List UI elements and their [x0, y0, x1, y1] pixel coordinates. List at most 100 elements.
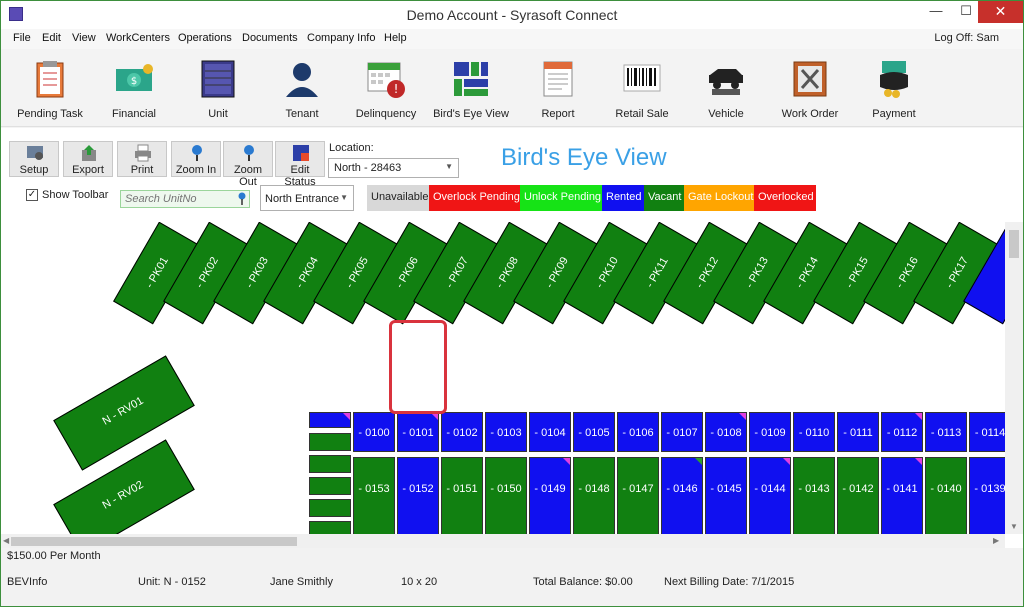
legend-vacant: Vacant: [644, 185, 684, 211]
unit-0101[interactable]: - 0101: [397, 412, 439, 452]
unit-0107[interactable]: - 0107: [661, 412, 703, 452]
unit-0153[interactable]: - 0153: [353, 457, 395, 534]
status-flag-icon: [563, 458, 570, 465]
retail-sale-label: Retail Sale: [615, 108, 669, 120]
menu-company-info[interactable]: Company Info: [307, 32, 375, 44]
menu-workcenters[interactable]: WorkCenters: [106, 32, 170, 44]
unit-side-3[interactable]: [309, 455, 351, 473]
unit-0141[interactable]: - 0141: [881, 457, 923, 534]
maximize-button[interactable]: ☐: [951, 1, 981, 23]
unit-0148[interactable]: - 0148: [573, 457, 615, 534]
unit-0104[interactable]: - 0104: [529, 412, 571, 452]
tools-icon: [793, 61, 827, 97]
unit-0105[interactable]: - 0105: [573, 412, 615, 452]
pending-task-button[interactable]: Pending Task: [8, 53, 92, 123]
vertical-scrollbar[interactable]: ▼: [1005, 222, 1023, 534]
unit-0144[interactable]: - 0144: [749, 457, 791, 534]
zoom-in-button[interactable]: Zoom In: [171, 141, 221, 177]
svg-text:$: $: [131, 76, 137, 87]
unit-0114[interactable]: - 0114: [969, 412, 1005, 452]
scroll-thumb[interactable]: [1009, 230, 1019, 258]
unit-0140[interactable]: - 0140: [925, 457, 967, 534]
unit-0145[interactable]: - 0145: [705, 457, 747, 534]
location-select[interactable]: North - 28463 ▼: [328, 158, 459, 178]
unit-0149[interactable]: - 0149: [529, 457, 571, 534]
status-flag-icon: [915, 458, 922, 465]
unit-0139[interactable]: - 0139: [969, 457, 1005, 534]
unit-label: - 0114: [974, 427, 1005, 439]
grid-map-icon: [454, 62, 488, 96]
unit-0147[interactable]: - 0147: [617, 457, 659, 534]
legend-overlock-pending: Overlock Pending: [429, 185, 520, 211]
report-label: Report: [541, 108, 575, 120]
retail-sale-button[interactable]: Retail Sale: [600, 53, 684, 123]
unit-0152[interactable]: - 0152: [397, 457, 439, 534]
unit-side-4[interactable]: [309, 477, 351, 495]
unit-0151[interactable]: - 0151: [441, 457, 483, 534]
payment-button[interactable]: Payment: [852, 53, 936, 123]
unit-0112[interactable]: - 0112: [881, 412, 923, 452]
show-toolbar-label: Show Toolbar: [42, 189, 109, 201]
scroll-down-icon[interactable]: ▼: [1010, 522, 1018, 531]
report-button[interactable]: Report: [516, 53, 600, 123]
work-order-button[interactable]: Work Order: [768, 53, 852, 123]
export-icon: [82, 145, 96, 161]
entrance-select[interactable]: North Entrance ▼: [260, 185, 354, 211]
export-button[interactable]: Export: [63, 141, 113, 177]
edit-status-button[interactable]: Edit Status: [275, 141, 325, 188]
tenant-button[interactable]: Tenant: [260, 53, 344, 123]
unit-0100[interactable]: - 0100: [353, 412, 395, 452]
logoff-link[interactable]: Log Off: Sam: [934, 32, 999, 44]
menu-edit[interactable]: Edit: [42, 32, 61, 44]
unit-side-1[interactable]: [309, 412, 351, 428]
status-flag-icon: [783, 458, 790, 465]
close-button[interactable]: ✕: [978, 1, 1023, 23]
horizontal-scrollbar[interactable]: ◀ ▶: [1, 534, 1005, 548]
unit-0143[interactable]: - 0143: [793, 457, 835, 534]
unit-side-6[interactable]: [309, 521, 351, 534]
setup-button[interactable]: Setup: [9, 141, 59, 177]
menu-help[interactable]: Help: [384, 32, 407, 44]
unit-0109[interactable]: - 0109: [749, 412, 791, 452]
menu-file[interactable]: File: [13, 32, 31, 44]
vehicle-button[interactable]: Vehicle: [684, 53, 768, 123]
print-button[interactable]: Print: [117, 141, 167, 177]
unit-0108[interactable]: - 0108: [705, 412, 747, 452]
birds-eye-panel: Setup Export Print Zoom In Zoom Out Edit…: [1, 128, 1023, 548]
unit-label: - 0140: [930, 483, 962, 495]
unit-0106[interactable]: - 0106: [617, 412, 659, 452]
payment-label: Payment: [872, 108, 916, 120]
facility-map[interactable]: - PK01 - PK02 - PK03 - PK04 - PK05 - PK0…: [1, 222, 1005, 534]
minimize-button[interactable]: —: [921, 1, 951, 23]
unit-0103[interactable]: - 0103: [485, 412, 527, 452]
scroll-right-icon[interactable]: ▶: [993, 536, 999, 545]
unit-0142[interactable]: - 0142: [837, 457, 879, 534]
unit-0110[interactable]: - 0110: [793, 412, 835, 452]
delinquency-button[interactable]: ! Delinquency: [344, 53, 428, 123]
search-unit-input[interactable]: [120, 190, 250, 208]
unit-side-2[interactable]: [309, 433, 351, 451]
birds-eye-view-button[interactable]: Bird's Eye View: [429, 53, 513, 123]
status-flag-icon: [695, 458, 702, 465]
export-label: Export: [72, 164, 104, 176]
scroll-left-icon[interactable]: ◀: [3, 536, 9, 545]
unit-side-5[interactable]: [309, 499, 351, 517]
person-icon: [286, 63, 318, 97]
menu-view[interactable]: View: [72, 32, 96, 44]
financial-button[interactable]: $ Financial: [92, 53, 176, 123]
unit-0102[interactable]: - 0102: [441, 412, 483, 452]
menu-documents[interactable]: Documents: [242, 32, 298, 44]
unit-button[interactable]: Unit: [176, 53, 260, 123]
unit-label: - 0150: [490, 483, 522, 495]
zoom-out-button[interactable]: Zoom Out: [223, 141, 273, 188]
menu-operations[interactable]: Operations: [178, 32, 232, 44]
scroll-thumb[interactable]: [11, 537, 297, 546]
unit-0146[interactable]: - 0146: [661, 457, 703, 534]
search-pin-icon[interactable]: [237, 192, 247, 206]
unit-0150[interactable]: - 0150: [485, 457, 527, 534]
checkbox-checked-icon[interactable]: ✓: [26, 189, 38, 202]
show-toolbar-checkbox[interactable]: ✓ Show Toolbar: [26, 189, 109, 202]
unit-0111[interactable]: - 0111: [837, 412, 879, 452]
report-icon: [543, 61, 573, 97]
unit-0113[interactable]: - 0113: [925, 412, 967, 452]
